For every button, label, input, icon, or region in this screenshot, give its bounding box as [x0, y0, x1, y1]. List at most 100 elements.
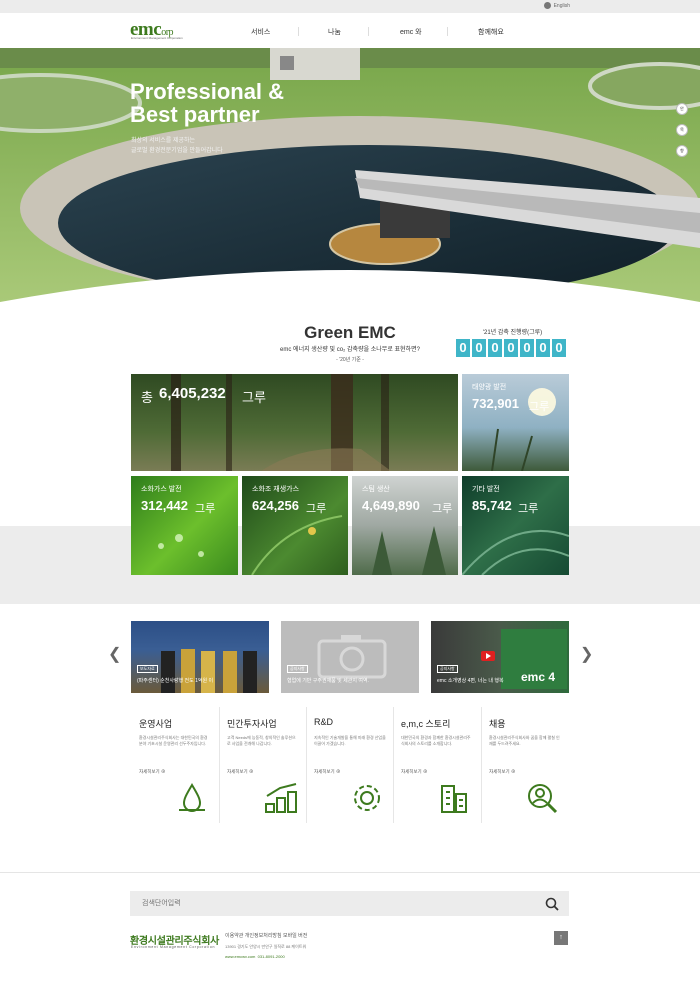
carousel-prev-button[interactable]: ❮ — [108, 647, 121, 663]
counter-digit: 0 — [456, 339, 470, 357]
stat-total-unit: 그루 — [242, 390, 266, 405]
search-input[interactable] — [142, 897, 522, 910]
stat-other-value: 85,742 — [472, 498, 512, 513]
business-rnd[interactable]: R&D 지속적인 기술개발을 통해 미래 환경 산업을 이끌어 가겠습니다. 자… — [306, 707, 393, 823]
footer-phone: 031-8091-2000 — [257, 954, 285, 959]
water-drop-icon — [179, 783, 205, 812]
counter-digit: 0 — [520, 339, 534, 357]
more-label: 자세히보기 — [314, 769, 335, 774]
stat-tile-solar: 태양광 발전 732,901 그루 — [462, 374, 569, 471]
stat-algae-value: 624,256 — [252, 498, 299, 513]
stat-steam-label: 스팀 생산 — [362, 486, 390, 493]
logo-subtitle: Environment Management Corporation — [131, 36, 183, 40]
news-card-2[interactable]: 공지사항 협업에 기반 구주권재품 및 세관지 여역. — [281, 621, 419, 693]
stat-digestion-unit: 그루 — [195, 503, 216, 515]
stat-tile-other: 기타 발전 85,742 그루 — [462, 476, 569, 575]
counter-digit: 0 — [488, 339, 502, 357]
counter-digit: 0 — [552, 339, 566, 357]
nav-divider — [298, 27, 299, 36]
hero-subtitle-line2: 글로벌 환경전문기업을 만들어갑니다 — [131, 148, 223, 154]
hero-indicator-1[interactable]: 안 — [676, 103, 688, 115]
news-caption-1: (파주센터) 순천사랑행 전도 1억원 이 — [137, 678, 214, 684]
counter-label: '21년 감축 진행량(그루) — [482, 330, 543, 336]
stats-background-band — [0, 526, 700, 604]
business-desc: 환경시설관리주식회사와 꿈을 함께 펼칠 인재를 두드려주세요. — [489, 735, 560, 746]
stat-algae-unit: 그루 — [306, 503, 327, 515]
hero-title-line1: Professional & — [130, 79, 285, 104]
stat-total-value: 6,405,232 — [159, 385, 226, 402]
stat-solar-unit: 그루 — [529, 401, 550, 413]
news-tag-1: 보도자료 — [137, 665, 158, 673]
footer-contact: www.emcwv.com 031-8091-2000 — [225, 954, 285, 959]
news-tag-3: 공지사항 — [437, 665, 458, 673]
business-title: e,m,c 스토리 — [401, 719, 451, 729]
main-header — [0, 13, 700, 48]
stat-tile-algae: 소화조 재생가스 624,256 그루 — [242, 476, 348, 575]
stat-solar-label: 태양광 발전 — [472, 384, 507, 391]
green-emc-subtitle: emc 에너지 생산량 및 co₂ 감축량을 소나무로 표현하면? — [280, 347, 420, 353]
business-desc: 환경시설관리주식회사는 대한민국의 환경분야 기초시설 운영관리 선두주자입니다… — [139, 735, 208, 746]
gear-recycle-icon — [354, 785, 380, 811]
news-caption-2: 협업에 기반 구주권재품 및 세관지 여역. — [287, 678, 369, 684]
more-label: 자세히보기 — [401, 769, 422, 774]
stat-tile-steam: 스팀 생산 4,649,890 그루 — [352, 476, 458, 575]
business-desc: 고객 Needs에 능동적, 창의적인 솔루션으로 사업을 전개해 나갑니다. — [227, 735, 296, 746]
nav-item-together[interactable]: 함께해요 — [478, 27, 504, 37]
stat-tile-digestion: 소화가스 발전 312,442 그루 — [131, 476, 238, 575]
business-recruit[interactable]: 채용 환경시설관리주식회사와 꿈을 함께 펼칠 인재를 두드려주세요. 자세히보… — [481, 707, 569, 823]
search-icon[interactable] — [545, 897, 559, 911]
more-link[interactable]: 자세히보기 ⊕ — [139, 769, 165, 775]
more-link[interactable]: 자세히보기 ⊕ — [401, 769, 427, 775]
carousel-next-button[interactable]: ❯ — [580, 647, 593, 663]
business-emc-story[interactable]: e,m,c 스토리 대한민국의 환경과 함께한 환경시설관리주식회사의 스토리를… — [393, 707, 481, 823]
business-private-investment[interactable]: 민간투자사업 고객 Needs에 능동적, 창의적인 솔루션으로 사업을 전개해… — [219, 707, 306, 823]
language-label: English — [553, 2, 570, 9]
business-desc: 대한민국의 환경과 함께한 환경시설관리주식회사의 스토리를 소개합니다. — [401, 735, 471, 746]
business-title: 운영사업 — [139, 719, 173, 729]
more-label: 자세히보기 — [227, 769, 248, 774]
stat-digestion-value: 312,442 — [141, 498, 188, 513]
search-bar — [130, 891, 569, 916]
nav-divider — [368, 27, 369, 36]
green-emc-base-year: - '20년 기준 - — [336, 357, 364, 363]
utility-bar — [0, 0, 700, 13]
hero-banner — [0, 48, 700, 302]
hero-title-line2: Best partner — [130, 102, 260, 127]
hero-indicator-3[interactable]: 향 — [676, 145, 688, 157]
footer-links[interactable]: 이용약관 개인정보처리방침 모바일 버전 — [225, 932, 307, 939]
counter-digit: 0 — [472, 339, 486, 357]
news-card-1[interactable]: 보도자료 (파주센터) 순천사랑행 전도 1억원 이 — [131, 621, 269, 693]
stat-tile-total: 총 6,405,232 그루 — [131, 374, 458, 471]
stat-digestion-label: 소화가스 발전 — [141, 486, 182, 493]
footer-url[interactable]: www.emcwv.com — [225, 954, 255, 959]
stat-steam-unit: 그루 — [432, 503, 453, 515]
stat-other-unit: 그루 — [518, 503, 539, 515]
nav-item-emc[interactable]: emc 와 — [400, 27, 422, 37]
nav-item-sharing[interactable]: 나눔 — [328, 27, 341, 37]
more-label: 자세히보기 — [139, 769, 160, 774]
scroll-top-button[interactable]: ↑ — [554, 931, 568, 945]
more-link[interactable]: 자세히보기 ⊕ — [227, 769, 253, 775]
more-link[interactable]: 자세히보기 ⊕ — [314, 769, 340, 775]
stat-steam-value: 4,649,890 — [362, 498, 420, 513]
business-desc: 지속적인 기술개발을 통해 미래 환경 산업을 이끌어 가겠습니다. — [314, 735, 386, 746]
business-title: R&D — [314, 717, 334, 727]
globe-icon — [543, 2, 551, 9]
language-switch[interactable]: English — [543, 2, 570, 9]
green-emc-title: Green EMC — [304, 323, 396, 342]
news-card-3[interactable]: emc 4 공지사항 emc 소개영상 4편, 너는 내 행복 — [431, 621, 569, 693]
footer-company-en: Environment Management Corporation — [131, 945, 216, 949]
business-title: 민간투자사업 — [227, 719, 277, 729]
buildings-icon — [441, 785, 467, 813]
nav-item-service[interactable]: 서비스 — [251, 27, 270, 37]
more-link[interactable]: 자세히보기 ⊕ — [489, 769, 515, 775]
business-operation[interactable]: 운영사업 환경시설관리주식회사는 대한민국의 환경분야 기초시설 운영관리 선두… — [131, 707, 219, 823]
footer-address: 13901 경기도 안양시 만안구 일직로 88 케이트워 — [225, 944, 307, 949]
growth-coins-icon — [265, 783, 297, 813]
counter-digit: 0 — [504, 339, 518, 357]
news-caption-3: emc 소개영상 4편, 너는 내 행복 — [437, 678, 504, 684]
more-label: 자세히보기 — [489, 769, 510, 774]
hero-indicator-2[interactable]: 목 — [676, 124, 688, 136]
counter-digit: 0 — [536, 339, 550, 357]
stat-total-label: 총 — [141, 390, 153, 405]
